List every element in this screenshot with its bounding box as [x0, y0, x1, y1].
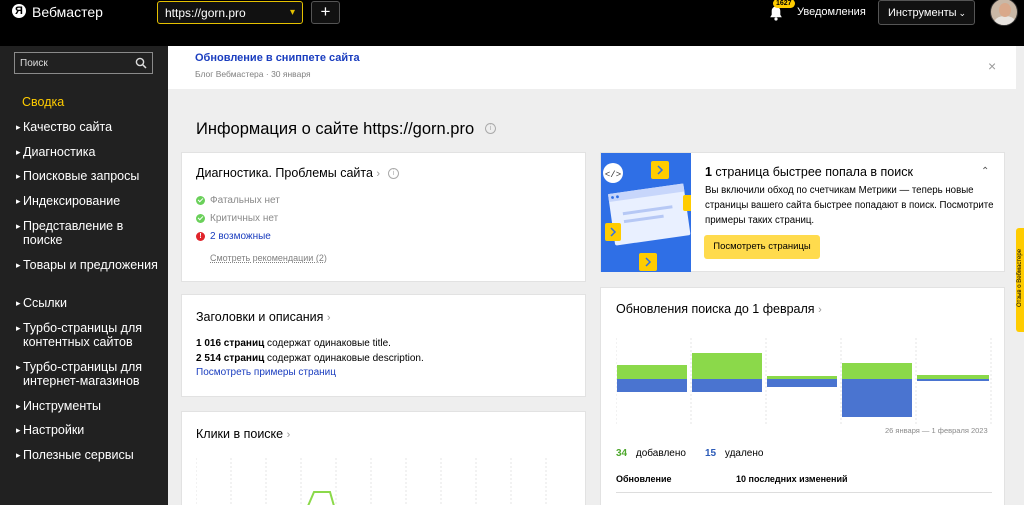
browser-illustration-icon: </>	[601, 153, 691, 272]
clicks-title-link[interactable]: Клики в поиске ›	[196, 427, 290, 443]
sidebar-item-label: Турбо-страницы для контентных сайтов	[23, 321, 143, 349]
search-icon[interactable]	[135, 57, 147, 69]
site-selector[interactable]: https://gorn.pro ▾	[157, 1, 303, 24]
chevron-down-icon: ▾	[289, 7, 295, 18]
banner-subtitle: Блог Вебмастера · 30 января	[195, 69, 311, 79]
recommendations-link[interactable]: Смотреть рекомендации (2)	[210, 253, 327, 264]
page-title: Информация о сайте https://gorn.pro	[196, 120, 475, 138]
add-site-button[interactable]: +	[311, 1, 340, 24]
legend-added: 34 добавлено	[616, 448, 686, 459]
tools-label: Инструменты	[888, 7, 957, 19]
chevron-right-icon: ›	[286, 429, 291, 441]
sidebar-item-label: Товары и предложения	[23, 258, 158, 272]
examples-link[interactable]: Посмотреть примеры страниц	[196, 367, 336, 379]
news-banner: Обновление в сниппете сайта Блог Вебмаст…	[168, 46, 1016, 89]
search-updates-chart	[616, 338, 992, 424]
chevron-right-icon: ›	[376, 168, 381, 180]
sidebar-item-label: Сводка	[22, 95, 65, 109]
chevron-down-icon: ⌄	[958, 8, 966, 18]
diagnostics-card: Диагностика. Проблемы сайта › i Фатальны…	[181, 152, 586, 282]
table-divider	[616, 492, 992, 493]
top-bar: Я Вебмастер https://gorn.pro ▾ + 1627 Ув…	[0, 0, 1024, 46]
sidebar-item-label: Полезные сервисы	[23, 448, 134, 462]
tools-dropdown[interactable]: Инструменты ⌄	[878, 0, 975, 25]
updates-title-link[interactable]: Обновления поиска до 1 февраля ›	[616, 302, 822, 318]
promo-title: 1 страница быстрее попала в поиск	[705, 165, 913, 179]
date-range-caption: 26 января — 1 февраля 2023	[885, 426, 988, 435]
sidebar-item-label: Турбо-страницы для интернет-магазинов	[23, 360, 143, 388]
chevron-right-icon: ›	[818, 304, 822, 316]
duplicate-descriptions-text: 2 514 страниц содержат одинаковые descri…	[196, 353, 424, 364]
check-circle-icon	[196, 196, 205, 205]
sidebar: Сводка ▸ Качество сайта ▸ Диагностика ▸ …	[0, 46, 168, 505]
feedback-tab[interactable]: Отзыв о Вебмастере	[1016, 228, 1024, 332]
info-icon[interactable]: i	[388, 168, 399, 179]
banner-title-link[interactable]: Обновление в сниппете сайта	[195, 52, 360, 65]
titles-descriptions-card: Заголовки и описания › 1 016 страниц сод…	[181, 294, 586, 397]
legend-removed: 15 удалено	[705, 448, 764, 459]
feedback-label: Отзыв о Вебмастере	[1017, 248, 1023, 308]
notifications-badge: 1627	[773, 0, 795, 8]
clicks-chart	[196, 458, 547, 505]
diagnostics-title-link[interactable]: Диагностика. Проблемы сайта ›	[196, 166, 380, 182]
duplicate-titles-text: 1 016 страниц содержат одинаковые title.	[196, 338, 391, 349]
chevron-up-icon[interactable]: ⌃	[981, 166, 989, 177]
titles-card-title-link[interactable]: Заголовки и описания ›	[196, 310, 331, 326]
table-header-update: Обновление	[616, 474, 672, 484]
avatar[interactable]	[990, 0, 1018, 26]
info-icon[interactable]: i	[485, 123, 496, 134]
sidebar-item-label: Настройки	[23, 423, 85, 437]
search-input[interactable]	[20, 56, 130, 70]
sidebar-item-label: Диагностика	[23, 145, 96, 159]
notifications-link[interactable]: Уведомления	[797, 5, 866, 19]
svg-text:</>: </>	[605, 170, 621, 180]
table-header-changes: 10 последних изменений	[736, 474, 848, 484]
sidebar-item-label: Качество сайта	[23, 120, 113, 134]
search-updates-card: Обновления поиска до 1 февраля › 26 янва…	[600, 287, 1005, 505]
view-pages-button[interactable]: Посмотреть страницы	[704, 235, 820, 259]
chevron-right-icon: ›	[326, 312, 331, 324]
promo-text: Вы включили обход по счетчикам Метрики —…	[705, 185, 994, 226]
sidebar-item-label: Поисковые запросы	[23, 169, 140, 183]
clicks-card: Клики в поиске ›	[181, 411, 586, 505]
site-selector-value: https://gorn.pro	[165, 6, 246, 20]
warning-circle-icon: !	[196, 232, 205, 241]
main-content: Обновление в сниппете сайта Блог Вебмаст…	[168, 46, 1016, 505]
sidebar-item-label: Инструменты	[23, 399, 101, 413]
sidebar-search[interactable]	[14, 52, 153, 74]
brand-title[interactable]: Вебмастер	[32, 4, 103, 20]
close-icon[interactable]: ×	[988, 59, 996, 73]
sidebar-item-label: Ссылки	[23, 296, 68, 310]
yandex-logo[interactable]: Я	[12, 4, 26, 18]
check-circle-icon	[196, 214, 205, 223]
sidebar-item-summary[interactable]: Сводка	[22, 95, 170, 109]
sidebar-item-label: Представление в поиске	[23, 219, 124, 247]
sidebar-item-label: Индексирование	[23, 194, 121, 208]
promo-card: </> 1 страница быстрее попала в поиск ⌃ …	[600, 152, 1005, 272]
